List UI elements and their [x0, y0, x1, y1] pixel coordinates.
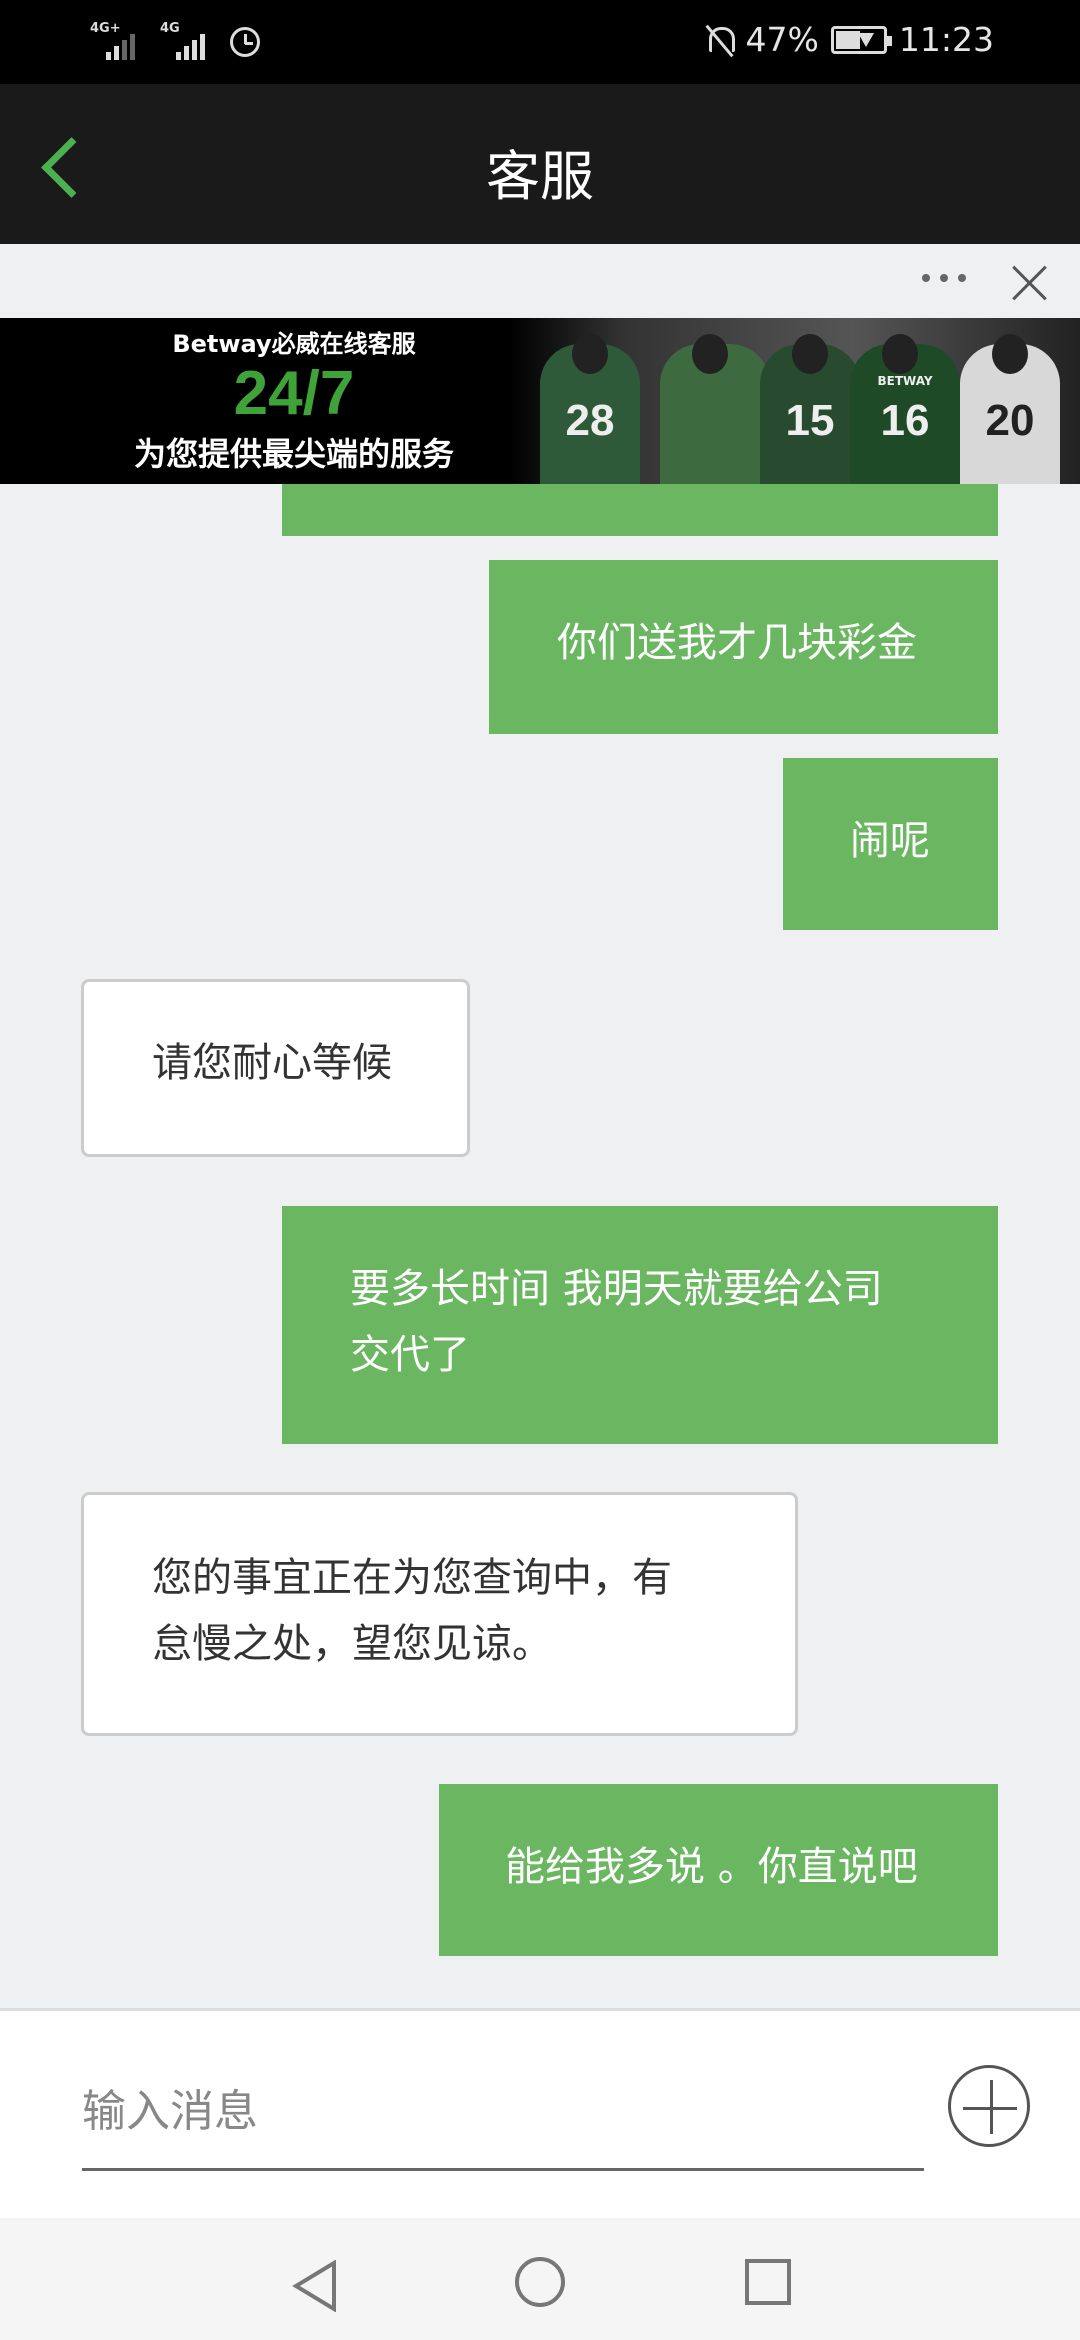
- player-jersey: 28: [540, 334, 640, 484]
- message-text-line: 您的事宜正在为您查询中，有: [152, 1555, 672, 1601]
- banner-players-image: 28 15 BETWAY 16 20: [510, 318, 1080, 484]
- page-title: 客服: [486, 145, 594, 208]
- nav-home-icon[interactable]: [514, 2256, 566, 2308]
- message-text-line: 交代了: [350, 1332, 470, 1378]
- clock: 11:23: [898, 20, 994, 59]
- player-jersey: 20: [960, 334, 1060, 484]
- player-jersey: [660, 334, 770, 484]
- chat-messages[interactable]: 你们送我才几块彩金 闹呢 请您耐心等候 要多长时间 我明天就要给公司 交代了 您…: [0, 484, 1080, 2008]
- message-text-line: 要多长时间 我明天就要给公司: [350, 1266, 883, 1312]
- webview-toolbar: [0, 244, 1080, 318]
- close-icon[interactable]: [1010, 262, 1050, 302]
- message-bubble-partial: [282, 484, 998, 536]
- status-bar: 4G+ 4G 47% 11:23: [0, 0, 1080, 84]
- message-text-line: 怠慢之处，望您见谅。: [152, 1621, 552, 1667]
- message-bubble-sent: 闹呢: [783, 758, 998, 930]
- battery-icon: [830, 25, 892, 54]
- message-text: 能给我多说 。你直说吧: [505, 1844, 918, 1890]
- more-options-icon[interactable]: [922, 274, 966, 282]
- message-input[interactable]: 输入消息: [82, 2055, 924, 2171]
- banner-subline: 为您提供最尖端的服务: [133, 435, 454, 473]
- banner-headline: 24/7: [233, 359, 355, 428]
- player-jersey: BETWAY 16: [850, 334, 960, 484]
- message-bubble-sent: 能给我多说 。你直说吧: [439, 1784, 998, 1956]
- battery-percent: 47%: [745, 20, 819, 59]
- banner-brand: Betway必威在线客服: [172, 330, 416, 358]
- system-nav-bar: [0, 2218, 1080, 2340]
- status-left: 4G+ 4G: [90, 22, 260, 62]
- message-bubble-sent: 要多长时间 我明天就要给公司 交代了: [282, 1206, 998, 1444]
- message-text: 闹呢: [850, 818, 930, 864]
- player-jersey: 15: [760, 334, 860, 484]
- nav-recents-icon[interactable]: [744, 2258, 792, 2306]
- message-text: 你们送我才几块彩金: [557, 620, 917, 666]
- message-text: 请您耐心等候: [152, 1040, 392, 1086]
- composer-bar: 输入消息: [0, 2008, 1080, 2218]
- message-bubble-received: 您的事宜正在为您查询中，有 怠慢之处，望您见谅。: [81, 1492, 798, 1736]
- signal-icon: 4G+: [90, 22, 146, 62]
- message-bubble-sent: 你们送我才几块彩金: [489, 560, 998, 734]
- app-bar: 客服: [0, 84, 1080, 244]
- message-bubble-received: 请您耐心等候: [81, 979, 470, 1157]
- signal-icon-2: 4G: [160, 22, 216, 62]
- banner-text: Betway必威在线客服 24/7 为您提供最尖端的服务: [84, 324, 504, 475]
- status-right: 47% 11:23: [704, 20, 994, 59]
- promo-banner: Betway必威在线客服 24/7 为您提供最尖端的服务 28 15 BETWA…: [0, 318, 1080, 484]
- add-attachment-icon[interactable]: [948, 2065, 1030, 2147]
- alarm-icon: [230, 27, 260, 57]
- mute-bell-icon: [704, 23, 735, 57]
